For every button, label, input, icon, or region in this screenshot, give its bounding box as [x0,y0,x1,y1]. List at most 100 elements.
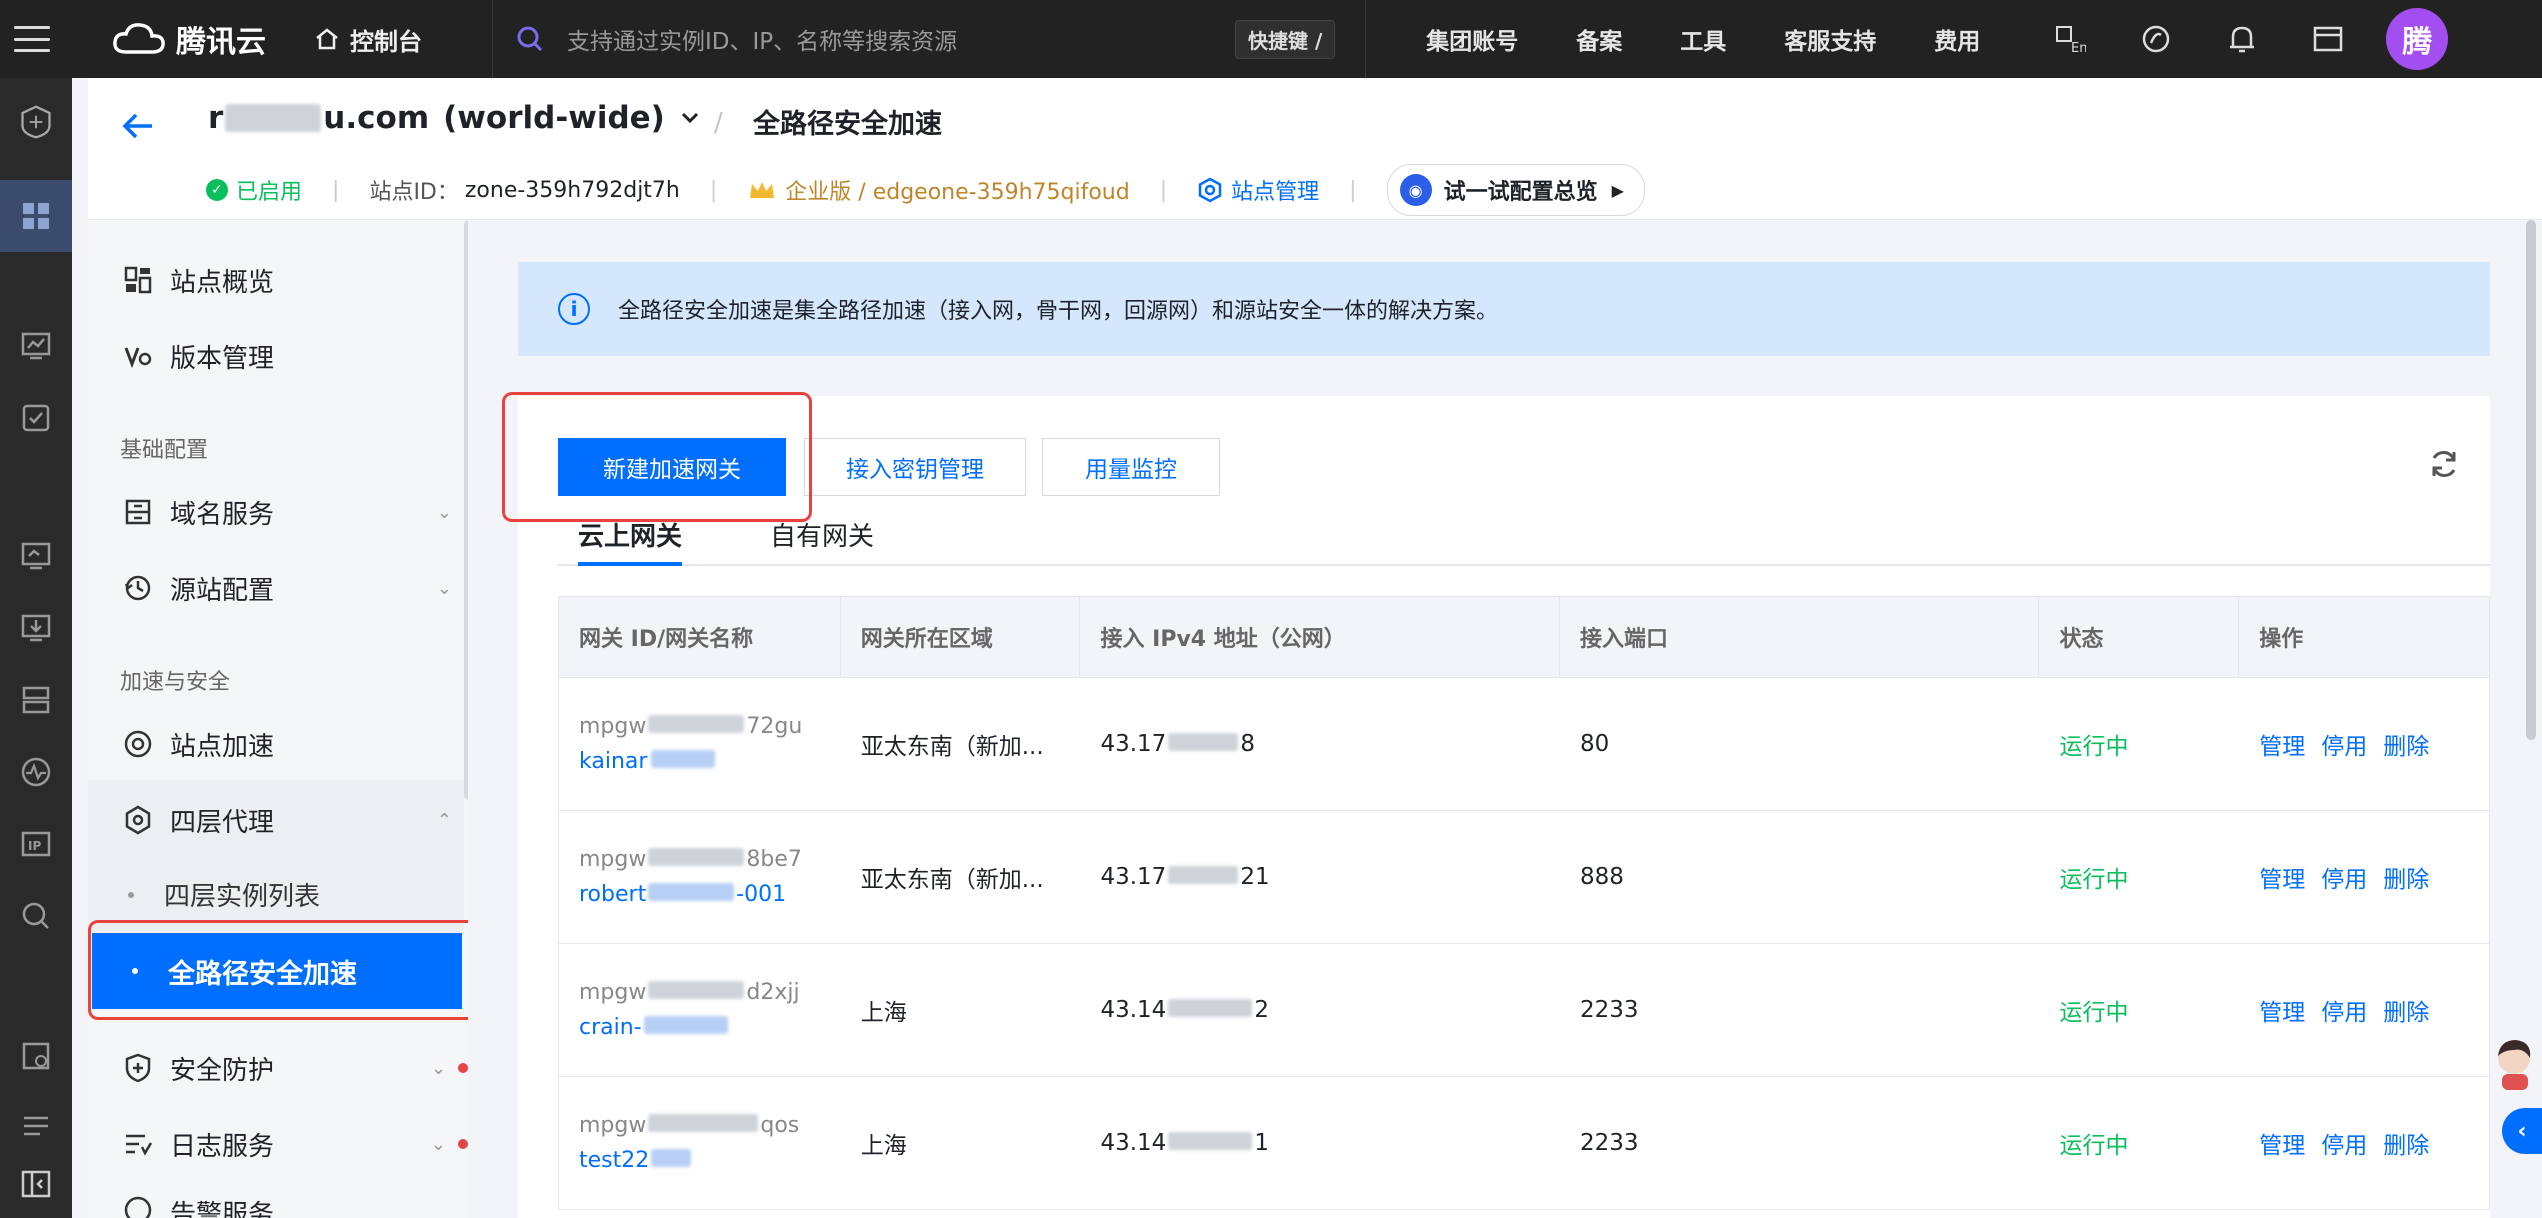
manage-link[interactable]: 管理 [2259,860,2305,894]
svg-text:IP: IP [28,839,41,853]
chevron-down-icon: ⌄ [430,1057,446,1079]
search-placeholder: 支持通过实例ID、IP、名称等搜索资源 [567,29,958,55]
search-input[interactable]: 支持通过实例ID、IP、名称等搜索资源 [515,22,1235,56]
gateway-id-cell: mpgw 72gu kainar [559,678,841,811]
ip-cell: 43.14 1 [1100,1130,1269,1156]
pulse-icon[interactable] [18,754,54,790]
dashboard-icon[interactable] [0,180,72,252]
disable-link[interactable]: 停用 [2321,860,2367,894]
order-icon[interactable] [2310,21,2346,57]
shortcut-badge[interactable]: 快捷键 / [1235,19,1336,59]
screen-icon[interactable] [18,538,54,574]
usage-monitor-button[interactable]: 用量监控 [1042,438,1220,496]
status-cell: 运行中 [2059,1133,2129,1159]
delete-link[interactable]: 删除 [2383,993,2429,1027]
disable-link[interactable]: 停用 [2321,993,2367,1027]
skin-icon[interactable] [2138,21,2174,57]
check-icon: ✓ [206,179,228,201]
back-arrow-icon[interactable] [118,106,158,146]
bell-icon[interactable] [2224,21,2260,57]
ip-cell: 43.14 2 [1100,997,1269,1023]
collapse-panel-button[interactable]: ‹ [2502,1108,2542,1154]
tab-own-gateway[interactable]: 自有网关 [770,516,874,566]
overview-icon [122,264,154,296]
column-header: 状态 [2039,597,2240,677]
menu-icon[interactable] [0,0,64,78]
gateway-name-link[interactable]: robert -001 [579,882,841,907]
monitor-icon[interactable] [18,328,54,364]
disable-link[interactable]: 停用 [2321,727,2367,761]
sidebar-scrollbar[interactable] [464,220,468,800]
site-name-end: u.com [323,100,430,136]
edgeone-icon[interactable] [18,104,54,140]
chevron-down-icon: ⌄ [436,577,452,599]
tools-link[interactable]: 工具 [1680,22,1726,56]
sidebar-item-domain[interactable]: 域名服务 ⌄ [122,490,452,534]
billing-link[interactable]: 费用 [1934,22,1980,56]
sidebar-item-alarm[interactable]: 告警服务 [122,1194,468,1218]
zone-id[interactable]: zone-359h792djt7h [465,178,680,203]
sidebar-item-security[interactable]: 安全防护 ⌄ [122,1046,468,1090]
sidebar-item-version[interactable]: 版本管理 [122,334,274,378]
highlight-box [88,920,468,1020]
manage-link[interactable]: 管理 [2259,993,2305,1027]
cloud-logo-icon [113,23,165,54]
divider: | [1159,177,1168,203]
group-basic-config: 基础配置 [120,438,209,463]
disable-link[interactable]: 停用 [2321,1126,2367,1160]
brand-logo[interactable]: 腾讯云 [112,17,266,61]
list-icon[interactable] [18,1108,54,1144]
shield-check-icon[interactable] [18,400,54,436]
site-manage-link[interactable]: 站点管理 [1197,174,1319,206]
site-scope: (world-wide) [443,100,665,136]
ip-icon[interactable]: IP [18,826,54,862]
column-header: 接入 IPv4 地址（公网） [1080,597,1560,677]
table-row: mpgw 8be7 robert -001 亚太东南（新加... 43.17 21 8… [559,810,2489,943]
sidebar-item-logs[interactable]: 日志服务 ⌄ [122,1122,468,1166]
gateway-name-link[interactable]: test22 [579,1148,841,1173]
search-icon [517,26,543,52]
avatar[interactable]: 腾 [2386,8,2449,70]
gateway-tabs: 云上网关 自有网关 [558,506,2490,566]
delete-link[interactable]: 删除 [2383,860,2429,894]
sidebar-item-label: 站点加速 [170,731,275,762]
manage-link[interactable]: 管理 [2259,727,2305,761]
search-icon[interactable] [18,898,54,934]
column-header: 操作 [2259,627,2304,652]
delete-link[interactable]: 删除 [2383,727,2429,761]
gateway-card: 新建加速网关 接入密钥管理 用量监控 云上网关 自有网关 网关 ID/网关名称 … [502,392,2490,1218]
group-account-link[interactable]: 集团账号 [1426,22,1518,56]
try-config-button[interactable]: ◉ 试一试配置总览 ▶ [1386,164,1645,216]
sidebar-subitem-l4-list[interactable]: 四层实例列表 [128,876,320,913]
gateway-name-link[interactable]: kainar [579,749,841,774]
region-cell: 上海 [860,1000,907,1026]
page-scrollbar[interactable] [2526,220,2536,740]
console-label: 控制台 [350,27,422,56]
plan-link[interactable]: 企业版 / edgeone-359h75qifoud [747,174,1130,206]
chevron-down-icon: ⌄ [430,1133,446,1155]
delete-link[interactable]: 删除 [2383,1126,2429,1160]
chevron-down-icon [681,112,698,124]
access-key-button[interactable]: 接入密钥管理 [804,438,1026,496]
sidebar-item-overview[interactable]: 站点概览 [122,258,274,302]
sidebar-item-origin[interactable]: 源站配置 ⌄ [122,566,452,610]
download-icon[interactable] [18,610,54,646]
site-selector[interactable]: r u.com (world-wide) [208,100,701,136]
cert-icon[interactable] [18,1038,54,1074]
language-icon[interactable]: En [2052,21,2088,57]
console-link[interactable]: 控制台 [314,22,422,57]
assistant-avatar-icon[interactable] [2490,1036,2534,1092]
tab-cloud-gateway[interactable]: 云上网关 [578,516,683,566]
divider: | [1349,177,1357,203]
svg-text:En: En [2071,41,2086,55]
support-link[interactable]: 客服支持 [1784,22,1876,56]
divider: | [709,177,718,203]
sidebar-item-l4-proxy[interactable]: 四层代理 ⌃ [122,798,452,842]
refresh-icon[interactable] [2426,446,2462,482]
gateway-name-link[interactable]: crain- [579,1015,841,1040]
server-icon[interactable] [18,682,54,718]
manage-link[interactable]: 管理 [2259,1126,2305,1160]
sidebar-item-site-accel[interactable]: 站点加速 [122,722,274,766]
filing-link[interactable]: 备案 [1576,22,1622,56]
sidebar-toggle-icon[interactable] [18,1166,54,1202]
